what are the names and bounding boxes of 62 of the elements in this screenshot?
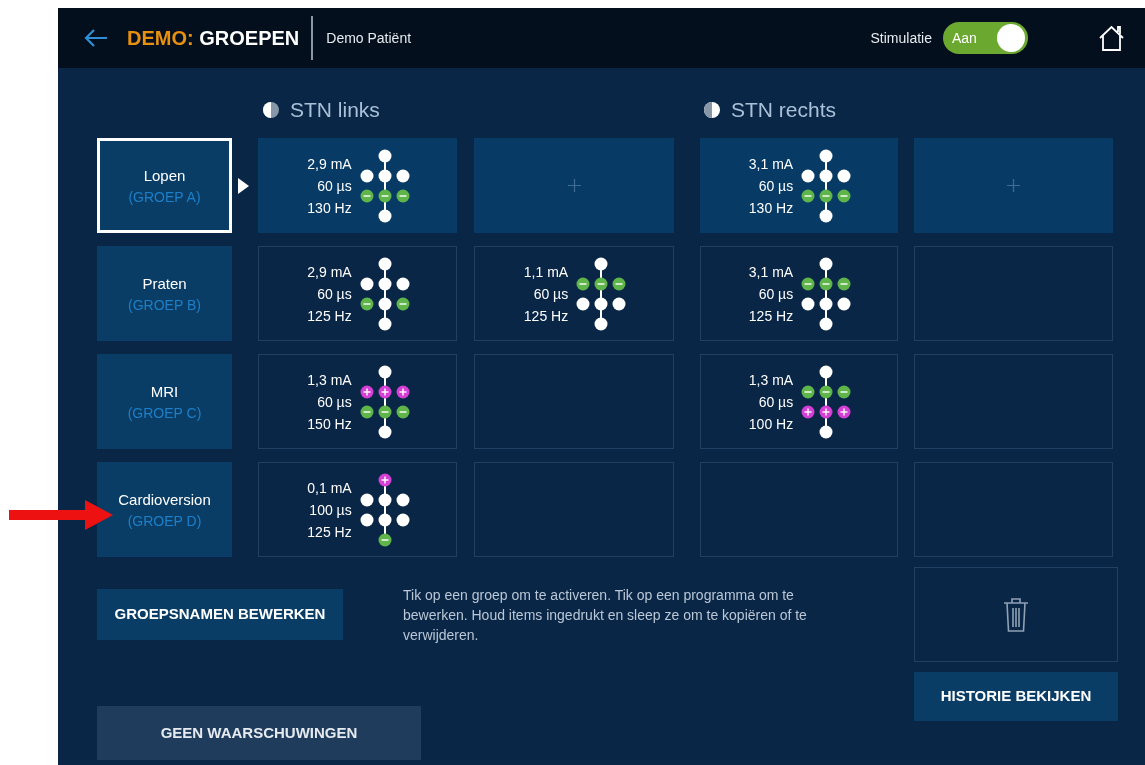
warnings-button[interactable]: GEEN WAARSCHUWINGEN <box>97 706 421 760</box>
rate-value: 100 Hz <box>748 414 794 434</box>
hemisphere-title: STN links <box>290 97 380 124</box>
rate-value: 130 Hz <box>307 198 352 218</box>
pulse-width-value: 100 µs <box>309 500 352 520</box>
amplitude-value: 1,3 mA <box>307 370 352 390</box>
group-button[interactable]: MRI (GROEP C) <box>97 354 232 449</box>
rate-value: 125 Hz <box>307 306 352 326</box>
program-cell[interactable]: 1,1 mA 60 µs 125 Hz <box>474 246 674 341</box>
pulse-width-value: 60 µs <box>533 284 569 304</box>
empty-program-slot[interactable] <box>700 462 898 557</box>
amplitude-value: 3,1 mA <box>748 262 794 282</box>
pulse-width-value: 60 µs <box>758 176 794 196</box>
history-button[interactable]: HISTORIE BEKIJKEN <box>914 672 1118 721</box>
program-cell[interactable]: 2,9 mA 60 µs 125 Hz <box>258 246 457 341</box>
add-program-cell[interactable] <box>474 138 674 233</box>
group-button[interactable]: Cardioversion (GROEP D) <box>97 462 232 557</box>
amplitude-value: 2,9 mA <box>307 262 352 282</box>
rate-value: 125 Hz <box>748 306 794 326</box>
help-text: Tik op een groep om te activeren. Tik op een programma om te bewerken. Houd items ingedrukt en sleep ze om te kopiëren of te verwijderen. <box>403 586 808 645</box>
back-icon[interactable] <box>84 29 108 47</box>
empty-program-slot[interactable] <box>474 354 674 449</box>
half-circle-icon <box>703 101 721 119</box>
amplitude-value: 1,1 mA <box>523 262 569 282</box>
empty-program-slot[interactable] <box>914 246 1113 341</box>
rate-value: 125 Hz <box>307 522 352 542</box>
trash-drop-zone[interactable] <box>914 567 1118 662</box>
empty-program-slot[interactable] <box>914 462 1113 557</box>
amplitude-value: 3,1 mA <box>748 154 794 174</box>
trash-icon <box>1002 596 1030 633</box>
stimulation-label: Stimulatie <box>870 28 932 48</box>
pulse-width-value: 60 µs <box>317 392 352 412</box>
pulse-width-value: 60 µs <box>317 176 352 196</box>
program-cell[interactable]: 3,1 mA 60 µs 125 Hz <box>700 246 898 341</box>
home-icon[interactable] <box>1098 24 1125 52</box>
empty-program-slot[interactable] <box>474 462 674 557</box>
program-cell[interactable]: 0,1 mA 100 µs 125 Hz <box>258 462 457 557</box>
page-title: DEMO: GROEPEN <box>127 26 300 51</box>
hemisphere-title: STN rechts <box>731 97 837 124</box>
plus-icon <box>567 179 581 192</box>
program-cell[interactable]: 1,3 mA 60 µs 100 Hz <box>700 354 898 449</box>
active-group-indicator-icon <box>238 177 249 194</box>
rate-value: 130 Hz <box>748 198 794 218</box>
empty-program-slot[interactable] <box>914 354 1113 449</box>
program-cell[interactable]: 1,3 mA 60 µs 150 Hz <box>258 354 457 449</box>
group-button[interactable]: Praten (GROEP B) <box>97 246 232 341</box>
pulse-width-value: 60 µs <box>758 284 794 304</box>
rate-value: 125 Hz <box>523 306 569 326</box>
plus-icon <box>1007 179 1020 192</box>
pulse-width-value: 60 µs <box>758 392 794 412</box>
rate-value: 150 Hz <box>307 414 352 434</box>
edit-group-names-button[interactable]: GROEPSNAMEN BEWERKEN <box>97 589 343 640</box>
program-cell[interactable]: 2,9 mA 60 µs 130 Hz <box>258 138 457 233</box>
amplitude-value: 0,1 mA <box>307 478 352 498</box>
half-circle-icon <box>262 101 280 119</box>
amplitude-value: 1,3 mA <box>748 370 794 390</box>
patient-name: Demo Patiënt <box>326 28 412 48</box>
program-cell[interactable]: 3,1 mA 60 µs 130 Hz <box>700 138 898 233</box>
amplitude-value: 2,9 mA <box>307 154 352 174</box>
add-program-cell[interactable] <box>914 138 1113 233</box>
pulse-width-value: 60 µs <box>317 284 352 304</box>
group-button[interactable]: Lopen (GROEP A) <box>97 138 232 233</box>
